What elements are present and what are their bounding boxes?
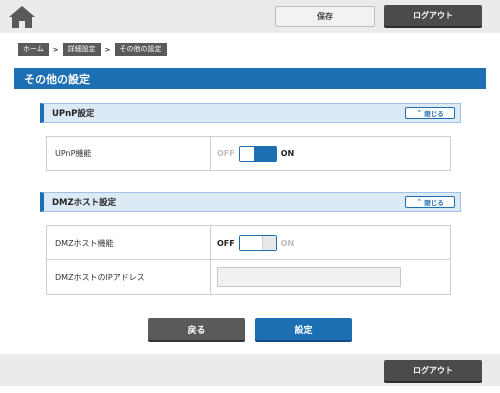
collapse-label: 閉じる [424, 110, 444, 118]
dmz-ip-label: DMZホストのIPアドレス [47, 260, 211, 294]
dmz-ip-value [211, 260, 450, 294]
upnp-function-label: UPnP機能 [47, 137, 211, 170]
toggle-off-label: OFF [217, 238, 235, 248]
toggle-track [239, 146, 254, 161]
section-title-upnp: UPnP設定 [52, 109, 95, 119]
dmz-ip-input[interactable] [217, 267, 401, 287]
breadcrumb-separator: > [104, 45, 111, 54]
upnp-toggle[interactable]: OFF ON [217, 145, 295, 162]
toggle-switch[interactable] [238, 145, 277, 162]
apply-button[interactable]: 設定 [255, 318, 352, 340]
collapse-button-upnp[interactable]: ⌃ 閉じる [405, 107, 455, 119]
collapse-button-dmz[interactable]: ⌃ 閉じる [405, 196, 455, 208]
upnp-function-row: UPnP機能 OFF ON [46, 136, 451, 171]
chevron-up-icon: ⌃ [416, 198, 423, 206]
dmz-function-value: OFF ON [211, 226, 450, 260]
breadcrumb-current: その他の設定 [114, 43, 167, 56]
breadcrumb-advanced-settings[interactable]: 詳細設定 [62, 43, 101, 56]
home-icon[interactable] [8, 4, 36, 30]
breadcrumb: ホーム > 詳細設定 > その他の設定 [18, 43, 167, 56]
dmz-toggle[interactable]: OFF ON [217, 235, 294, 251]
toggle-on-label: ON [280, 149, 295, 158]
logout-button[interactable]: ログアウト [384, 5, 482, 26]
chevron-up-icon: ⌃ [416, 109, 423, 117]
back-button[interactable]: 戻る [148, 318, 245, 340]
toggle-knob [239, 236, 263, 250]
toggle-switch[interactable] [238, 235, 277, 251]
toggle-off-label: OFF [217, 149, 235, 158]
dmz-function-row: DMZホスト機能 OFF ON [46, 225, 451, 260]
section-title-dmz: DMZホスト設定 [52, 198, 117, 208]
save-button[interactable]: 保存 [275, 6, 375, 27]
breadcrumb-home[interactable]: ホーム [18, 43, 49, 56]
top-header: 保存 ログアウト [0, 0, 500, 33]
upnp-function-value: OFF ON [211, 137, 450, 170]
dmz-function-label: DMZホスト機能 [47, 226, 211, 260]
dmz-ip-row: DMZホストのIPアドレス [46, 259, 451, 295]
breadcrumb-separator: > [52, 45, 59, 54]
footer-logout-button[interactable]: ログアウト [384, 360, 482, 381]
section-header-upnp: UPnP設定 ⌃ 閉じる [40, 103, 461, 123]
toggle-on-label: ON [280, 238, 295, 248]
page-title: その他の設定 [14, 68, 486, 89]
toggle-knob [253, 146, 276, 161]
toggle-track [260, 236, 276, 250]
section-header-dmz: DMZホスト設定 ⌃ 閉じる [40, 192, 461, 212]
footer: ログアウト [0, 354, 500, 386]
collapse-label: 閉じる [424, 199, 444, 207]
